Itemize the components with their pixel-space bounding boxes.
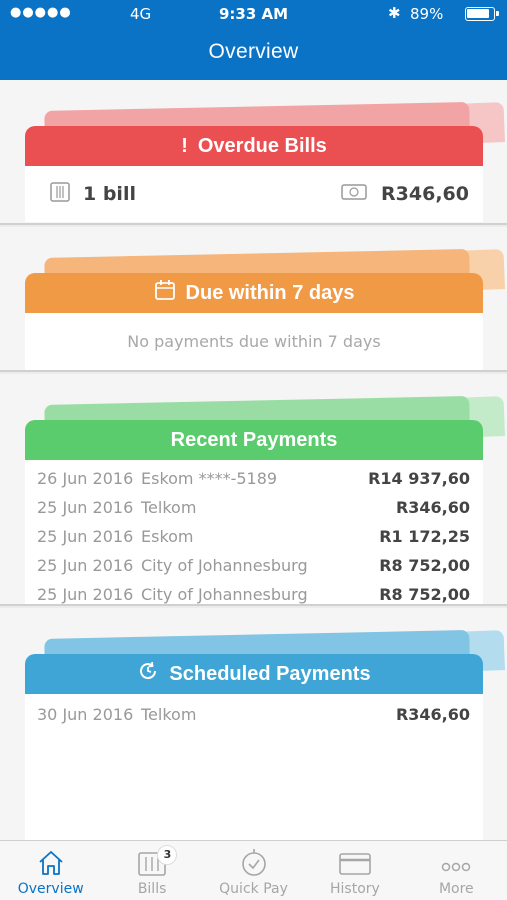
recent-payments-title: Recent Payments: [170, 428, 338, 451]
due-soon-card[interactable]: Due within 7 days No payments due within…: [25, 273, 483, 370]
tab-quick-pay[interactable]: Quick Pay: [203, 841, 304, 900]
clock-refresh-icon: [137, 660, 159, 688]
payment-row[interactable]: 30 Jun 2016 Telkom R346,60: [25, 700, 483, 729]
tab-bar: Overview 3 Bills Quick Pay History More: [0, 840, 507, 900]
more-dots-icon: [406, 841, 507, 877]
recent-payments-header: Recent Payments: [25, 420, 483, 460]
scheduled-payments-header: Scheduled Payments: [25, 654, 483, 694]
tab-more[interactable]: More: [406, 841, 507, 900]
card-icon: [304, 841, 405, 877]
payment-row[interactable]: 25 Jun 2016 City of Johannesburg R8 752,…: [25, 580, 483, 604]
recent-payments-card[interactable]: Recent Payments 26 Jun 2016 Eskom ****-5…: [25, 420, 483, 604]
payment-row[interactable]: 25 Jun 2016 Telkom R346,60: [25, 493, 483, 522]
overdue-summary-row: 1 bill R346,60: [25, 166, 483, 222]
due-soon-title: Due within 7 days: [185, 281, 355, 304]
scheduled-payments-panel: Scheduled Payments 30 Jun 2016 Telkom R3…: [0, 608, 507, 840]
banknote-icon: [341, 182, 367, 207]
overdue-bills-panel: ! Overdue Bills 1 bill R346,60: [0, 80, 507, 225]
bluetooth-icon: ✱: [388, 4, 401, 22]
due-soon-header: Due within 7 days: [25, 273, 483, 313]
navigation-bar: Overview: [0, 28, 507, 80]
stopwatch-icon: [203, 841, 304, 877]
overdue-bills-title: Overdue Bills: [197, 134, 327, 157]
calendar-icon: [154, 279, 176, 307]
bill-icon: [49, 181, 71, 208]
tab-overview[interactable]: Overview: [0, 841, 101, 900]
tab-history[interactable]: History: [304, 841, 405, 900]
overdue-bills-card[interactable]: ! Overdue Bills 1 bill R346,60: [25, 126, 483, 222]
due-soon-panel: Due within 7 days No payments due within…: [0, 227, 507, 372]
overdue-bills-header: ! Overdue Bills: [25, 126, 483, 166]
due-soon-empty-message: No payments due within 7 days: [127, 332, 381, 351]
tab-bills[interactable]: 3 Bills: [101, 841, 202, 900]
exclamation-icon: !: [181, 134, 188, 157]
bills-icon: [101, 841, 202, 877]
scheduled-payments-title: Scheduled Payments: [169, 662, 371, 685]
recent-payments-panel: Recent Payments 26 Jun 2016 Eskom ****-5…: [0, 374, 507, 606]
battery-icon: [465, 7, 499, 21]
home-icon: [0, 841, 101, 877]
payment-row[interactable]: 25 Jun 2016 City of Johannesburg R8 752,…: [25, 551, 483, 580]
battery-percent: 89%: [410, 5, 444, 23]
payment-row[interactable]: 25 Jun 2016 Eskom R1 172,25: [25, 522, 483, 551]
recent-payments-list: 26 Jun 2016 Eskom ****-5189 R14 937,60 2…: [25, 460, 483, 604]
scheduled-payments-card[interactable]: Scheduled Payments 30 Jun 2016 Telkom R3…: [25, 654, 483, 840]
overdue-amount: R346,60: [381, 183, 469, 205]
page-title: Overview: [208, 40, 299, 63]
scheduled-payments-list: 30 Jun 2016 Telkom R346,60: [25, 694, 483, 729]
payment-row[interactable]: 26 Jun 2016 Eskom ****-5189 R14 937,60: [25, 464, 483, 493]
status-bar: ●●●●● 4G 9:33 AM ✱ 89%: [0, 0, 507, 28]
overdue-count: 1 bill: [83, 183, 136, 205]
